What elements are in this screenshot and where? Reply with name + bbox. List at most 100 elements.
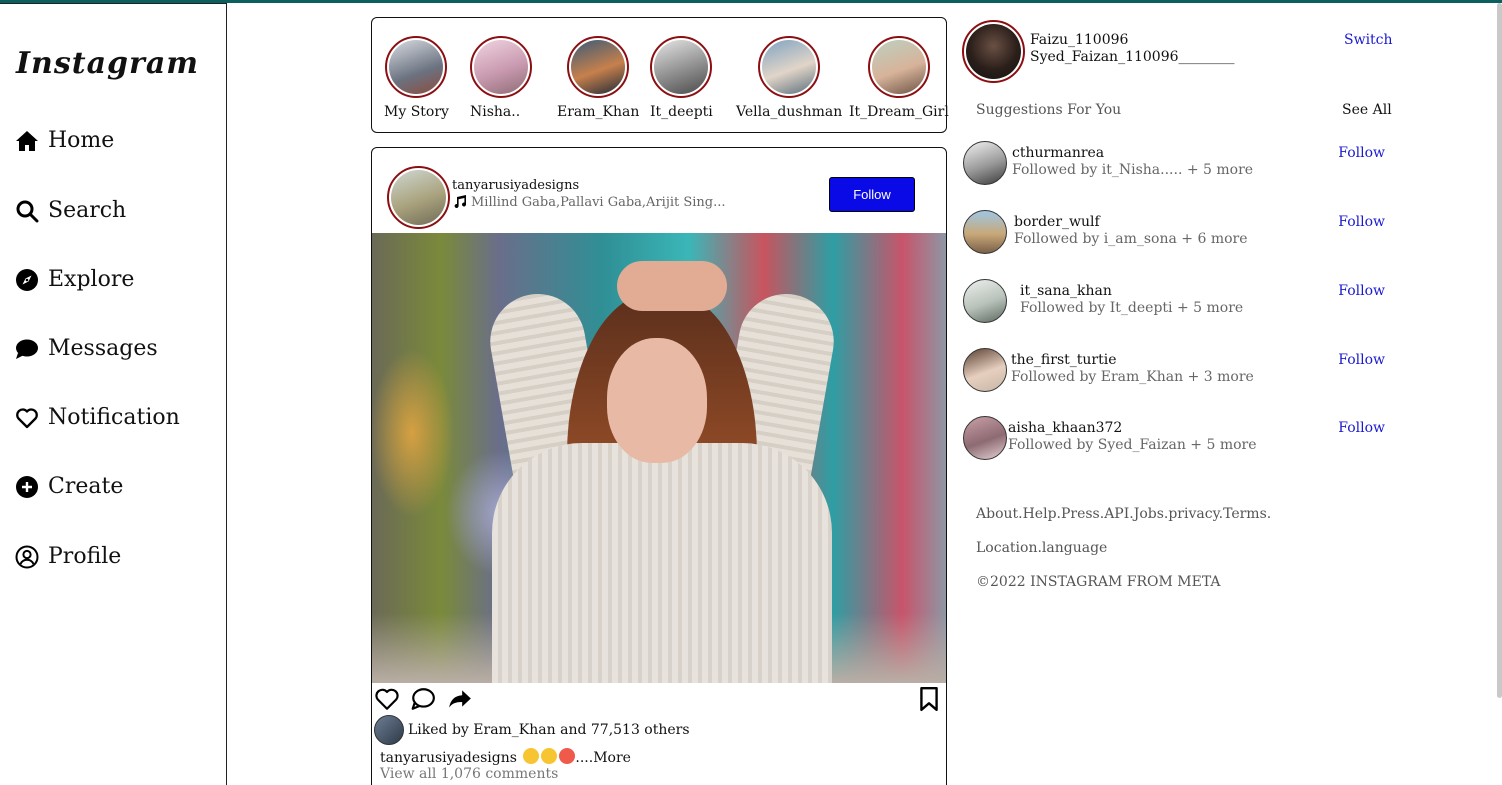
view-comments-link[interactable]: View all 1,076 comments bbox=[380, 766, 558, 782]
suggestion-username[interactable]: cthurmanrea bbox=[1012, 145, 1104, 161]
avatar[interactable] bbox=[963, 348, 1007, 392]
avatar bbox=[474, 40, 528, 94]
suggestion-followed-by: Followed by Eram_Khan + 3 more bbox=[1011, 369, 1254, 385]
story-ring bbox=[567, 36, 630, 98]
bookmark-icon[interactable] bbox=[916, 686, 942, 712]
nav-item-profile[interactable]: Profile bbox=[15, 544, 121, 569]
suggestion-follow-button[interactable]: Follow bbox=[1338, 283, 1385, 299]
story-item[interactable]: Vella_dushman bbox=[736, 36, 842, 120]
suggestion-row: aisha_khaan372 Followed by Syed_Faizan +… bbox=[963, 416, 1385, 460]
post-song[interactable]: Millind Gaba,Pallavi Gaba,Arijit Sing... bbox=[452, 194, 726, 210]
stories-bar: My Story Nisha.. Eram_Khan It_deepti Vel… bbox=[371, 17, 949, 133]
follow-button[interactable]: Follow bbox=[829, 177, 915, 212]
avatar[interactable] bbox=[963, 416, 1007, 460]
nav-item-explore[interactable]: Explore bbox=[15, 267, 134, 292]
post-caption: tanyarusiyadesigns ....More bbox=[380, 748, 631, 766]
suggestion-row: cthurmanrea Followed by it_Nisha..... + … bbox=[963, 141, 1385, 185]
suggestion-follow-button[interactable]: Follow bbox=[1338, 214, 1385, 230]
nav-item-search[interactable]: Search bbox=[15, 198, 126, 223]
music-note-icon bbox=[454, 195, 466, 208]
story-ring bbox=[470, 36, 532, 98]
nav-item-home[interactable]: Home bbox=[15, 128, 114, 153]
suggestion-followed-by: Followed by Syed_Faizan + 5 more bbox=[1008, 437, 1257, 453]
heart-icon bbox=[16, 407, 38, 428]
compass-icon bbox=[16, 268, 38, 291]
switch-account-link[interactable]: Switch bbox=[1344, 32, 1393, 48]
story-name: Vella_dushman bbox=[736, 104, 843, 120]
avatar bbox=[654, 40, 709, 94]
story-item[interactable]: It_deepti bbox=[650, 36, 713, 120]
instagram-logo[interactable]: Instagram bbox=[16, 46, 199, 81]
post-actions bbox=[372, 686, 946, 716]
avatar bbox=[571, 40, 626, 94]
current-user-fullname: Syed_Faizan_110096________ bbox=[1030, 49, 1235, 65]
nav-label-messages: Messages bbox=[48, 336, 158, 361]
emoji-thinking-icon bbox=[523, 748, 540, 764]
suggestion-username[interactable]: aisha_khaan372 bbox=[1008, 420, 1122, 436]
nav-label-profile: Profile bbox=[48, 544, 122, 569]
avatar[interactable] bbox=[963, 141, 1007, 185]
nav-label-notification: Notification bbox=[48, 405, 180, 430]
suggestion-row: it_sana_khan Followed by It_deepti + 5 m… bbox=[963, 279, 1385, 323]
image-face bbox=[607, 338, 707, 463]
caption-username[interactable]: tanyarusiyadesigns bbox=[380, 750, 517, 766]
image-sweater bbox=[492, 443, 832, 683]
see-all-link[interactable]: See All bbox=[1342, 102, 1392, 118]
nav-item-messages[interactable]: Messages bbox=[15, 336, 158, 361]
liked-by[interactable]: Liked by Eram_Khan and 77,513 others bbox=[374, 715, 690, 745]
post-username[interactable]: tanyarusiyadesigns bbox=[452, 178, 579, 193]
current-user-avatar[interactable] bbox=[962, 20, 1025, 83]
suggestion-followed-by: Followed by It_deepti + 5 more bbox=[1020, 300, 1244, 316]
liked-by-text: Liked by Eram_Khan and 77,513 others bbox=[408, 722, 690, 738]
search-icon bbox=[16, 200, 39, 222]
story-name: It_Dream_Girl bbox=[849, 104, 949, 120]
avatar bbox=[762, 40, 817, 94]
plus-circle-icon bbox=[16, 475, 38, 498]
suggestion-username[interactable]: it_sana_khan bbox=[1020, 283, 1112, 299]
story-ring bbox=[385, 36, 448, 98]
suggestion-username[interactable]: border_wulf bbox=[1014, 214, 1100, 230]
nav-label-search: Search bbox=[48, 198, 127, 223]
comment-icon[interactable] bbox=[410, 686, 436, 712]
share-icon[interactable] bbox=[447, 686, 473, 712]
nav-item-notification[interactable]: Notification bbox=[15, 405, 180, 430]
story-ring bbox=[758, 36, 821, 98]
caption-more[interactable]: ....More bbox=[575, 750, 631, 766]
suggestion-followed-by: Followed by it_Nisha..... + 5 more bbox=[1012, 162, 1254, 178]
suggestion-follow-button[interactable]: Follow bbox=[1338, 420, 1385, 436]
footer-location[interactable]: Location.language bbox=[976, 540, 1107, 556]
nav-label-create: Create bbox=[48, 474, 124, 499]
suggestion-follow-button[interactable]: Follow bbox=[1338, 352, 1385, 368]
page-scrollbar[interactable] bbox=[1497, 3, 1502, 698]
post-author-avatar[interactable] bbox=[387, 166, 450, 229]
current-username[interactable]: Faizu_110096 bbox=[1030, 32, 1128, 48]
suggestions-title: Suggestions For You bbox=[976, 102, 1122, 118]
avatar bbox=[389, 40, 444, 94]
story-ring bbox=[650, 36, 713, 98]
suggestion-row: border_wulf Followed by i_am_sona + 6 mo… bbox=[963, 210, 1385, 254]
footer-copyright: ©2022 INSTAGRAM FROM META bbox=[976, 574, 1221, 590]
nav-label-home: Home bbox=[48, 128, 115, 153]
avatar bbox=[871, 40, 926, 94]
story-item[interactable]: Eram_Khan bbox=[557, 36, 639, 120]
post-image[interactable] bbox=[372, 233, 946, 683]
like-heart-icon[interactable] bbox=[374, 686, 400, 712]
nav-item-create[interactable]: Create bbox=[15, 474, 123, 499]
sidebar: Instagram Home Search Explore Messages N… bbox=[0, 3, 227, 785]
avatar bbox=[966, 24, 1021, 79]
story-item[interactable]: It_Dream_Girl bbox=[849, 36, 949, 120]
message-icon bbox=[16, 339, 38, 359]
image-hands bbox=[617, 261, 727, 311]
footer-links[interactable]: About.Help.Press.API.Jobs.privacy.Terms. bbox=[976, 506, 1271, 522]
story-item[interactable]: Nisha.. bbox=[470, 36, 532, 120]
story-item[interactable]: My Story bbox=[384, 36, 449, 120]
suggestion-row: the_first_turtie Followed by Eram_Khan +… bbox=[963, 348, 1385, 392]
avatar[interactable] bbox=[963, 210, 1007, 254]
suggestion-follow-button[interactable]: Follow bbox=[1338, 145, 1385, 161]
post-song-text: Millind Gaba,Pallavi Gaba,Arijit Sing... bbox=[471, 194, 726, 210]
suggestion-username[interactable]: the_first_turtie bbox=[1011, 352, 1117, 368]
story-ring bbox=[867, 36, 930, 98]
story-name: My Story bbox=[384, 104, 449, 120]
avatar[interactable] bbox=[963, 279, 1007, 323]
avatar bbox=[374, 715, 404, 745]
